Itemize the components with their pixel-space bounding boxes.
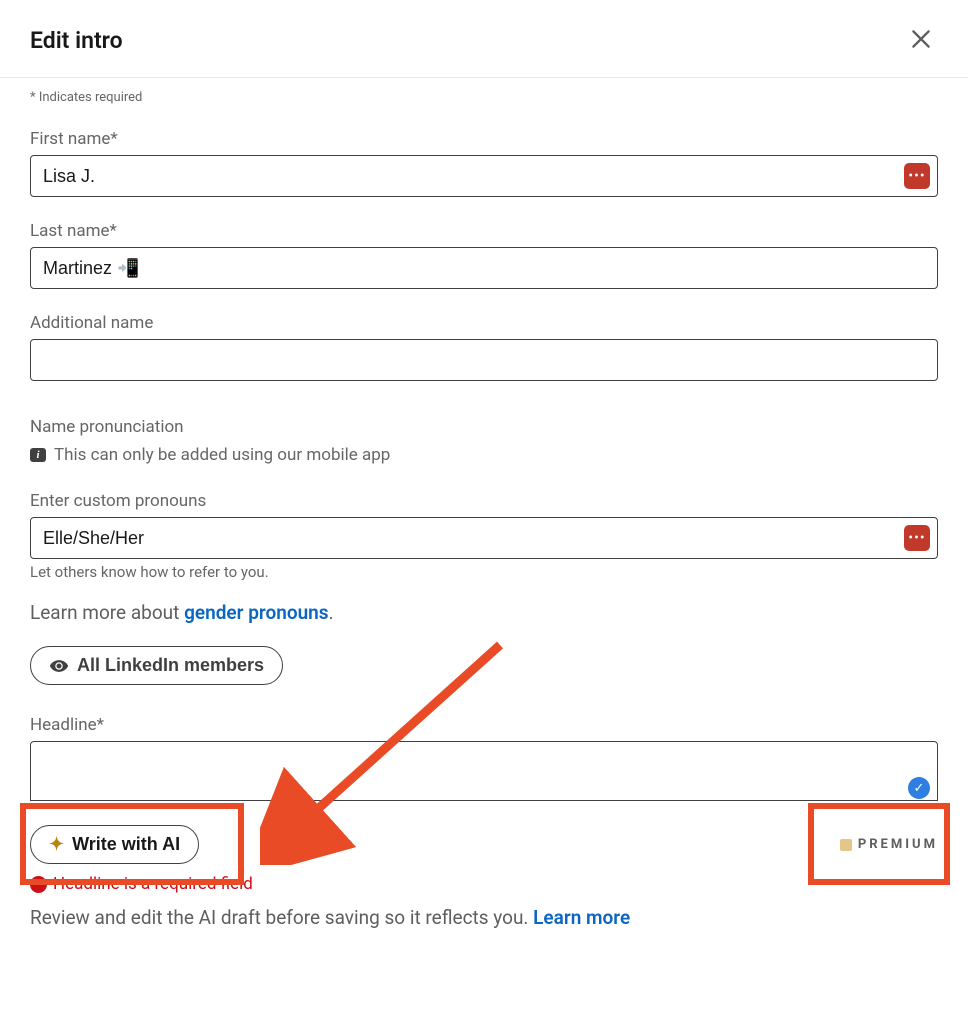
learn-more-suffix: . <box>329 601 334 624</box>
write-with-ai-button[interactable]: ✦ Write with AI <box>30 825 199 864</box>
premium-badge: PREMIUM <box>840 837 938 852</box>
first-name-input[interactable] <box>30 155 938 197</box>
pronouns-label: Enter custom pronouns <box>30 491 938 511</box>
pronouns-group: Enter custom pronouns ••• Let others kno… <box>30 491 938 581</box>
headline-group: Headline* ✓ ✦ Write with AI PREMIUM <box>30 715 938 929</box>
headline-error: − Headline is a required field <box>30 874 938 894</box>
headline-error-text: Headline is a required field <box>53 874 253 894</box>
password-manager-icon[interactable]: ••• <box>904 163 930 189</box>
additional-name-label: Additional name <box>30 313 938 333</box>
pronouns-helper: Let others know how to refer to you. <box>30 563 938 581</box>
learn-more-prefix: Learn more about <box>30 601 184 624</box>
eye-icon <box>49 656 69 676</box>
premium-square-icon <box>840 839 852 851</box>
visibility-button[interactable]: All LinkedIn members <box>30 646 283 685</box>
premium-label: PREMIUM <box>858 837 938 852</box>
ai-row: ✦ Write with AI PREMIUM <box>30 825 938 864</box>
headline-label: Headline* <box>30 715 938 735</box>
additional-name-group: Additional name <box>30 313 938 381</box>
headline-review-text: Review and edit the AI draft before savi… <box>30 906 938 929</box>
write-with-ai-label: Write with AI <box>72 834 180 855</box>
verified-checkmark-icon: ✓ <box>908 777 930 799</box>
modal-title: Edit intro <box>30 27 123 54</box>
modal-body: * Indicates required First name* ••• Las… <box>0 78 968 959</box>
pronunciation-info: i This can only be added using our mobil… <box>30 445 938 465</box>
error-icon: − <box>30 876 47 893</box>
pronunciation-section: Name pronunciation i This can only be ad… <box>30 417 938 465</box>
headline-textarea[interactable] <box>30 741 938 801</box>
review-prefix: Review and edit the AI draft before savi… <box>30 906 533 929</box>
last-name-input[interactable] <box>30 247 938 289</box>
close-icon <box>908 26 934 52</box>
additional-name-input[interactable] <box>30 339 938 381</box>
info-icon: i <box>30 448 46 462</box>
first-name-label: First name* <box>30 129 938 149</box>
gender-pronouns-link[interactable]: gender pronouns <box>184 601 329 624</box>
last-name-group: Last name* <box>30 221 938 289</box>
pronunciation-info-text: This can only be added using our mobile … <box>54 445 390 465</box>
modal-header: Edit intro <box>0 0 968 78</box>
required-indicator-note: * Indicates required <box>30 90 938 105</box>
pronunciation-label: Name pronunciation <box>30 417 938 437</box>
visibility-label: All LinkedIn members <box>77 655 264 676</box>
pronouns-input[interactable] <box>30 517 938 559</box>
sparkle-icon: ✦ <box>49 834 64 855</box>
close-button[interactable] <box>904 22 938 59</box>
first-name-group: First name* ••• <box>30 129 938 197</box>
pronouns-learn-more: Learn more about gender pronouns. <box>30 601 938 624</box>
headline-learn-more-link[interactable]: Learn more <box>533 906 630 929</box>
last-name-label: Last name* <box>30 221 938 241</box>
password-manager-icon[interactable]: ••• <box>904 525 930 551</box>
